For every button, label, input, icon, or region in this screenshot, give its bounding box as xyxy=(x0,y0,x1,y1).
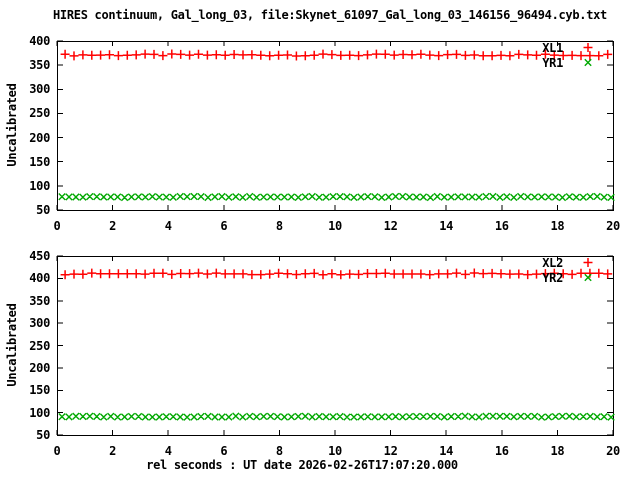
y-tick-label-bottom: 200 xyxy=(29,360,50,375)
legend-label-yr2: YR2 xyxy=(542,271,563,285)
legend-label-xl2: XL2 xyxy=(542,256,563,270)
x-tick-label-bottom: 20 xyxy=(606,444,620,458)
y-tick-label-top: 100 xyxy=(29,178,50,193)
x-tick-label-bottom: 0 xyxy=(53,444,61,458)
x-tick-label-top: 6 xyxy=(220,219,228,233)
x-tick-label-bottom: 10 xyxy=(328,444,342,458)
x-axis-label: rel seconds : UT date 2026-02-26T17:07:2… xyxy=(146,458,458,472)
series-markers-YR1 xyxy=(58,192,615,202)
x-tick-label-bottom: 4 xyxy=(164,444,172,458)
x-tick-label-top: 18 xyxy=(550,219,565,233)
y-tick-label-bottom: 350 xyxy=(29,293,50,308)
legend-label-yr1: YR1 xyxy=(542,56,563,70)
y-tick-label-bottom: 250 xyxy=(29,338,50,353)
x-tick-label-bottom: 6 xyxy=(220,444,228,458)
y-tick-label-top: 50 xyxy=(36,203,50,217)
y-tick-label-bottom: 100 xyxy=(29,405,50,420)
x-tick-label-top: 20 xyxy=(606,219,620,233)
x-tick-label-top: 2 xyxy=(109,219,117,233)
x-tick-label-top: 8 xyxy=(275,219,283,233)
y-tick-label-bottom: 300 xyxy=(29,316,50,331)
y-tick-label-top: 200 xyxy=(29,130,50,145)
x-tick-label-bottom: 16 xyxy=(494,444,509,458)
x-tick-label-top: 12 xyxy=(383,219,398,233)
y-tick-label-bottom: 50 xyxy=(36,428,50,442)
legend-sample-XL1 xyxy=(583,43,593,52)
series-markers-YR2 xyxy=(58,412,615,421)
y-tick-label-bottom: 400 xyxy=(29,271,50,286)
y-tick-label-top: 250 xyxy=(29,106,50,121)
gnuplot-window: HIRES continuum, Gal_long_03, file:Skyne… xyxy=(0,0,640,480)
legend-sample-XL2 xyxy=(583,258,593,267)
x-tick-label-top: 0 xyxy=(53,219,61,233)
y-tick-label-top: 300 xyxy=(29,82,50,97)
x-tick-label-top: 10 xyxy=(328,219,342,233)
y-axis-title-top: Uncalibrated xyxy=(5,83,19,167)
chart-title: HIRES continuum, Gal_long_03, file:Skyne… xyxy=(53,8,607,22)
x-tick-label-bottom: 18 xyxy=(550,444,565,458)
y-tick-label-bottom: 450 xyxy=(29,249,50,263)
x-tick-label-bottom: 2 xyxy=(109,444,117,458)
legend-label-xl1: XL1 xyxy=(542,41,563,55)
y-tick-label-top: 350 xyxy=(29,58,50,73)
y-tick-label-top: 400 xyxy=(29,34,50,48)
x-tick-label-top: 16 xyxy=(494,219,509,233)
legend-sample-YR1 xyxy=(584,58,592,67)
x-tick-label-bottom: 8 xyxy=(275,444,283,458)
y-tick-label-top: 150 xyxy=(29,154,50,169)
y-tick-label-bottom: 150 xyxy=(29,383,50,398)
x-tick-label-top: 4 xyxy=(164,219,172,233)
x-tick-label-bottom: 12 xyxy=(383,444,398,458)
plot-svg xyxy=(56,40,615,436)
x-tick-label-bottom: 14 xyxy=(439,444,454,458)
x-tick-label-top: 14 xyxy=(439,219,454,233)
